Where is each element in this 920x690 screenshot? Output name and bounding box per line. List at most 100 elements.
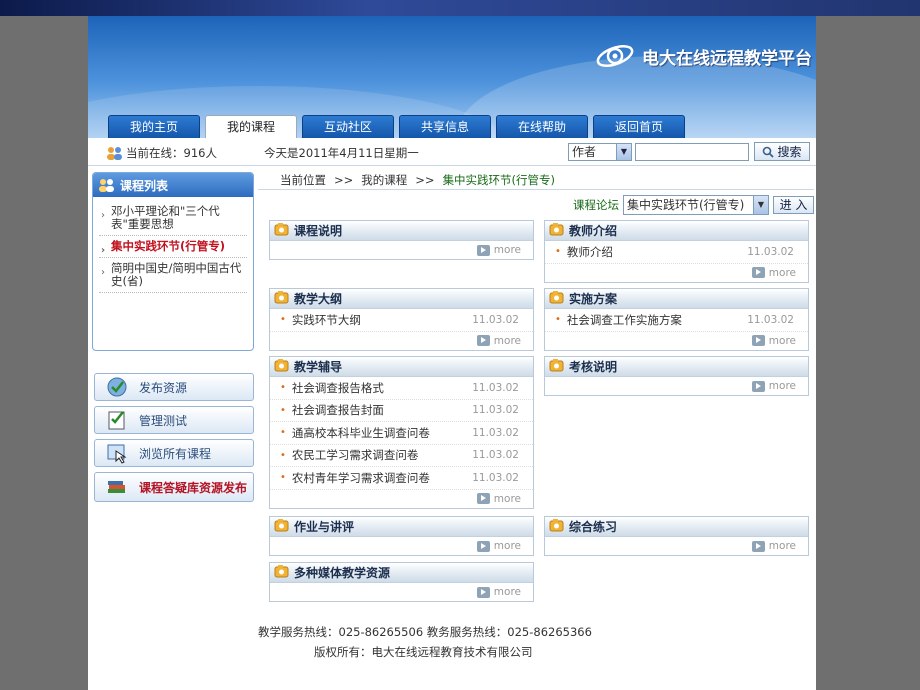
item-title: 教师介绍 xyxy=(566,244,613,259)
site-logo[interactable]: 电大在线远程教学平台 xyxy=(594,38,812,74)
search-icon xyxy=(763,146,775,158)
course-item[interactable]: 邓小平理论和"三个代表"重要思想 xyxy=(99,201,247,236)
current-date: 今天是2011年4月11日星期一 xyxy=(264,146,419,160)
list-item[interactable]: • 社会调查报告封面 11.03.02 xyxy=(270,400,533,422)
section-header: 教学辅导 xyxy=(270,357,533,377)
section-title: 作业与讲评 xyxy=(294,520,355,534)
publish-resource-button[interactable]: 发布资源 xyxy=(94,373,254,401)
section-header: 教学大纲 xyxy=(270,289,533,309)
more-link[interactable]: more xyxy=(545,377,808,395)
list-item[interactable]: • 教师介绍 11.03.02 xyxy=(545,241,808,264)
qa-resource-publish-label: 课程答疑库资源发布 xyxy=(139,480,248,495)
checklist-icon xyxy=(105,409,129,431)
more-link[interactable]: more xyxy=(270,332,533,350)
item-title: 社会调查工作实施方案 xyxy=(566,312,682,327)
footer-copyright: 版权所有：电大在线远程教育技术有限公司 xyxy=(314,645,533,659)
bullet-icon: • xyxy=(555,246,561,258)
more-link[interactable]: more xyxy=(545,537,808,555)
item-date: 11.03.02 xyxy=(472,313,519,326)
nav-tab-home[interactable]: 我的主页 xyxy=(108,115,200,138)
course-item-active[interactable]: 集中实践环节(行管专) xyxy=(99,236,247,258)
item-date: 11.03.02 xyxy=(472,426,519,439)
more-link[interactable]: more xyxy=(270,537,533,555)
media-resources-box: 多种媒体教学资源 more xyxy=(269,562,534,602)
chevron-down-icon: ▼ xyxy=(616,144,631,160)
section-title: 教学辅导 xyxy=(294,360,343,374)
item-date: 11.03.02 xyxy=(747,245,794,258)
breadcrumb-separator: >> xyxy=(415,172,435,187)
online-count-text: 当前在线：916人 xyxy=(126,146,217,160)
list-item[interactable]: • 社会调查工作实施方案 11.03.02 xyxy=(545,309,808,332)
logo-globe-icon xyxy=(596,45,634,67)
nav-tab-back-home[interactable]: 返回首页 xyxy=(593,115,685,138)
forum-select[interactable]: 集中实践环节(行管专) ▼ xyxy=(623,195,769,215)
manage-test-button[interactable]: 管理测试 xyxy=(94,406,254,434)
search-field-select[interactable]: 作者 ▼ xyxy=(568,143,632,161)
more-label: more xyxy=(768,540,796,552)
sidebar: 课程列表 邓小平理论和"三个代表"重要思想 集中实践环节(行管专) 简明中国史/… xyxy=(92,172,254,502)
camera-folder-icon xyxy=(274,290,290,307)
homework-box: 作业与讲评 more xyxy=(269,516,534,556)
main-content: 当前位置 >> 我的课程 >> 集中实践环节(行管专) 课程论坛 集中实践环节(… xyxy=(258,170,814,215)
section-header: 教师介绍 xyxy=(545,221,808,241)
nav-tab-community[interactable]: 互动社区 xyxy=(302,115,394,138)
section-title: 实施方案 xyxy=(569,292,618,306)
implementation-plan-box: 实施方案 • 社会调查工作实施方案 11.03.02 more xyxy=(544,288,809,351)
play-arrow-icon xyxy=(476,493,490,504)
item-date: 11.03.02 xyxy=(472,449,519,462)
search-button[interactable]: 搜索 xyxy=(754,142,810,161)
item-title: 社会调查报告封面 xyxy=(291,403,384,418)
item-title: 农村青年学习需求调查问卷 xyxy=(291,470,430,485)
site-title: 电大在线远程教学平台 xyxy=(642,48,812,69)
browse-courses-button[interactable]: 浏览所有课程 xyxy=(94,439,254,467)
breadcrumb-label: 当前位置 xyxy=(280,172,326,187)
forum-selected-value: 集中实践环节(行管专) xyxy=(627,198,745,212)
banner: 电大在线远程教学平台 我的主页 我的课程 互动社区 共享信息 在线帮助 返回首页 xyxy=(88,16,816,138)
more-label: more xyxy=(493,586,521,598)
more-label: more xyxy=(768,334,796,347)
more-link[interactable]: more xyxy=(270,241,533,259)
section-title: 教学大纲 xyxy=(294,292,343,306)
qa-resource-publish-button[interactable]: 课程答疑库资源发布 xyxy=(94,472,254,502)
users-icon xyxy=(99,179,114,192)
play-arrow-icon xyxy=(751,540,765,552)
course-list-panel: 课程列表 邓小平理论和"三个代表"重要思想 集中实践环节(行管专) 简明中国史/… xyxy=(92,172,254,351)
camera-folder-icon xyxy=(549,222,565,239)
play-arrow-icon xyxy=(751,267,765,278)
syllabus-box: 教学大纲 • 实践环节大纲 11.03.02 more xyxy=(269,288,534,351)
course-list: 邓小平理论和"三个代表"重要思想 集中实践环节(行管专) 简明中国史/简明中国古… xyxy=(99,201,247,293)
list-item[interactable]: • 实践环节大纲 11.03.02 xyxy=(270,309,533,332)
camera-folder-icon xyxy=(549,290,565,307)
nav-tab-my-courses[interactable]: 我的课程 xyxy=(205,115,297,138)
item-date: 11.03.02 xyxy=(747,313,794,326)
list-item[interactable]: • 通高校本科毕业生调查问卷 11.03.02 xyxy=(270,422,533,445)
section-header: 课程说明 xyxy=(270,221,533,241)
nav-tab-shared-info[interactable]: 共享信息 xyxy=(399,115,491,138)
course-item[interactable]: 简明中国史/简明中国古代史(省) xyxy=(99,258,247,293)
browser-pointer-icon xyxy=(105,442,129,464)
section-header: 实施方案 xyxy=(545,289,808,309)
breadcrumb-my-courses[interactable]: 我的课程 xyxy=(361,172,407,188)
more-link[interactable]: more xyxy=(545,264,808,282)
practice-box: 综合练习 more xyxy=(544,516,809,556)
camera-folder-icon xyxy=(274,564,290,581)
breadcrumb-current: 集中实践环节(行管专) xyxy=(442,172,556,187)
more-link[interactable]: more xyxy=(270,583,533,601)
nav-tab-help[interactable]: 在线帮助 xyxy=(496,115,588,138)
more-link[interactable]: more xyxy=(545,332,808,350)
list-item[interactable]: • 农民工学习需求调查问卷 11.03.02 xyxy=(270,445,533,467)
bullet-icon: • xyxy=(280,404,286,416)
item-date: 11.03.02 xyxy=(472,404,519,417)
section-header: 多种媒体教学资源 xyxy=(270,563,533,583)
item-date: 11.03.02 xyxy=(472,381,519,394)
more-link[interactable]: more xyxy=(270,490,533,508)
search-button-label: 搜索 xyxy=(777,145,802,159)
browse-courses-label: 浏览所有课程 xyxy=(139,446,212,461)
enter-forum-button[interactable]: 进 入 xyxy=(773,196,814,214)
course-list-header: 课程列表 xyxy=(93,173,253,197)
tutoring-box: 教学辅导 • 社会调查报告格式 11.03.02 • 社会调查报告封面 11.03.02 • 通… xyxy=(269,356,534,509)
more-label: more xyxy=(493,334,521,347)
search-input[interactable] xyxy=(635,143,749,161)
list-item[interactable]: • 农村青年学习需求调查问卷 11.03.02 xyxy=(270,467,533,490)
list-item[interactable]: • 社会调查报告格式 11.03.02 xyxy=(270,377,533,400)
